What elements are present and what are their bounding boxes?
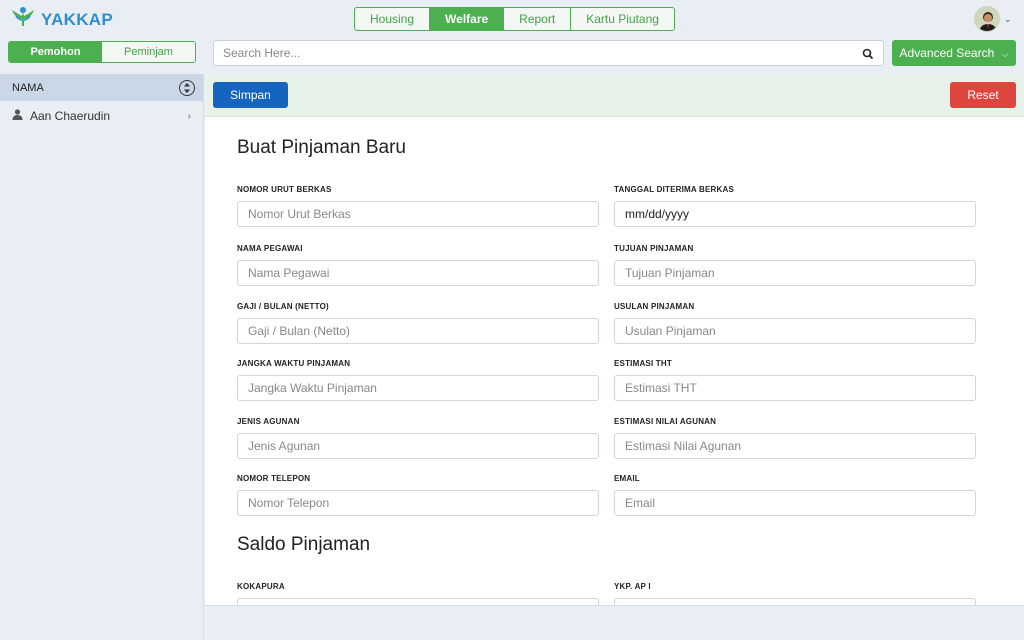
field-estimasi-tht: ESTIMASI THT — [614, 359, 976, 401]
field-nama-pegawai: NAMA PEGAWAI — [237, 244, 599, 286]
user-menu[interactable]: ⌄ — [974, 6, 1012, 32]
chevron-right-icon: › — [187, 110, 191, 122]
sidebar: NAMA Aan Chaerudin › — [0, 74, 204, 640]
sidebar-header-label: NAMA — [12, 81, 44, 94]
list-item-label: Aan Chaerudin — [30, 109, 111, 123]
field-label: KOKAPURA — [237, 582, 285, 591]
field-label: EMAIL — [614, 474, 640, 483]
avatar — [974, 6, 1000, 32]
tab-welfare[interactable]: Welfare — [430, 8, 505, 30]
field-label: ESTIMASI THT — [614, 359, 672, 368]
field-label: NOMOR TELEPON — [237, 474, 311, 483]
advanced-search-button[interactable]: Advanced Search ⌵ — [892, 40, 1016, 66]
field-gaji-bulan: GAJI / BULAN (NETTO) — [237, 302, 599, 344]
field-label: GAJI / BULAN (NETTO) — [237, 302, 329, 311]
mode-toggle: Pemohon Peminjam — [8, 41, 196, 63]
save-button[interactable]: Simpan — [213, 82, 288, 108]
chevron-down-icon: ⌄ — [1004, 13, 1012, 24]
main-nav: Housing Welfare Report Kartu Piutang — [354, 7, 675, 31]
field-email: EMAIL — [614, 474, 976, 516]
yakkap-logo-icon — [10, 6, 36, 33]
tanggal-diterima-berkas-input[interactable] — [614, 201, 976, 227]
field-label: TUJUAN PINJAMAN — [614, 244, 694, 253]
mode-peminjam-button[interactable]: Peminjam — [102, 42, 195, 62]
jangka-waktu-pinjaman-input[interactable] — [237, 375, 599, 401]
field-nomor-telepon: NOMOR TELEPON — [237, 474, 599, 516]
estimasi-nilai-agunan-input[interactable] — [614, 433, 976, 459]
sort-icon[interactable] — [179, 79, 195, 96]
gaji-bulan-input[interactable] — [237, 318, 599, 344]
field-jenis-agunan: JENIS AGUNAN — [237, 417, 599, 459]
search-icon[interactable] — [862, 47, 874, 65]
field-label: ESTIMASI NILAI AGUNAN — [614, 417, 717, 426]
search-box — [213, 40, 884, 66]
tab-kartu-piutang[interactable]: Kartu Piutang — [571, 8, 674, 30]
nomor-urut-berkas-input[interactable] — [237, 201, 599, 227]
field-tujuan-pinjaman: TUJUAN PINJAMAN — [614, 244, 976, 286]
email-input[interactable] — [614, 490, 976, 516]
jenis-agunan-input[interactable] — [237, 433, 599, 459]
saldo-pinjaman-title: Saldo Pinjaman — [237, 534, 371, 555]
user-icon — [12, 109, 23, 123]
usulan-pinjaman-input[interactable] — [614, 318, 976, 344]
field-ykp-ap-i: YKP. AP I — [614, 582, 976, 605]
field-nomor-urut-berkas: NOMOR URUT BERKAS — [237, 185, 599, 227]
field-estimasi-nilai-agunan: ESTIMASI NILAI AGUNAN — [614, 417, 976, 459]
field-kokapura: KOKAPURA — [237, 582, 599, 605]
chevron-down-icon: ⌵ — [1001, 49, 1009, 59]
search-input[interactable] — [214, 41, 844, 65]
kokapura-input[interactable] — [237, 598, 599, 605]
advanced-search-label: Advanced Search — [899, 46, 995, 60]
estimasi-tht-input[interactable] — [614, 375, 976, 401]
mode-pemohon-button[interactable]: Pemohon — [9, 42, 102, 62]
nomor-telepon-input[interactable] — [237, 490, 599, 516]
top-bar: YAKKAP Housing Welfare Report Kartu Piut… — [0, 0, 1024, 38]
field-label: NAMA PEGAWAI — [237, 244, 303, 253]
field-label: JENIS AGUNAN — [237, 417, 300, 426]
field-label: JANGKA WAKTU PINJAMAN — [237, 359, 351, 368]
form-title: Buat Pinjaman Baru — [237, 137, 406, 158]
field-label: NOMOR URUT BERKAS — [237, 185, 332, 194]
reset-button[interactable]: Reset — [950, 82, 1016, 108]
field-jangka-waktu-pinjaman: JANGKA WAKTU PINJAMAN — [237, 359, 599, 401]
app-logo-text: YAKKAP — [41, 9, 114, 29]
tab-report[interactable]: Report — [504, 8, 572, 30]
main-panel: Simpan Reset Buat Pinjaman Baru NOMOR UR… — [205, 74, 1024, 605]
tujuan-pinjaman-input[interactable] — [614, 260, 976, 286]
ykp-ap-i-input[interactable] — [614, 598, 976, 605]
field-label: YKP. AP I — [614, 582, 651, 591]
nama-pegawai-input[interactable] — [237, 260, 599, 286]
app-logo[interactable]: YAKKAP — [10, 6, 113, 33]
field-label: USULAN PINJAMAN — [614, 302, 695, 311]
field-tanggal-diterima-berkas: TANGGAL DITERIMA BERKAS — [614, 185, 976, 227]
bottom-strip — [205, 605, 1024, 640]
field-usulan-pinjaman: USULAN PINJAMAN — [614, 302, 976, 344]
list-item[interactable]: Aan Chaerudin › — [0, 101, 203, 131]
action-bar: Simpan Reset — [205, 74, 1024, 117]
field-label: TANGGAL DITERIMA BERKAS — [614, 185, 735, 194]
sidebar-header: NAMA — [0, 74, 203, 101]
tab-housing[interactable]: Housing — [355, 8, 431, 30]
